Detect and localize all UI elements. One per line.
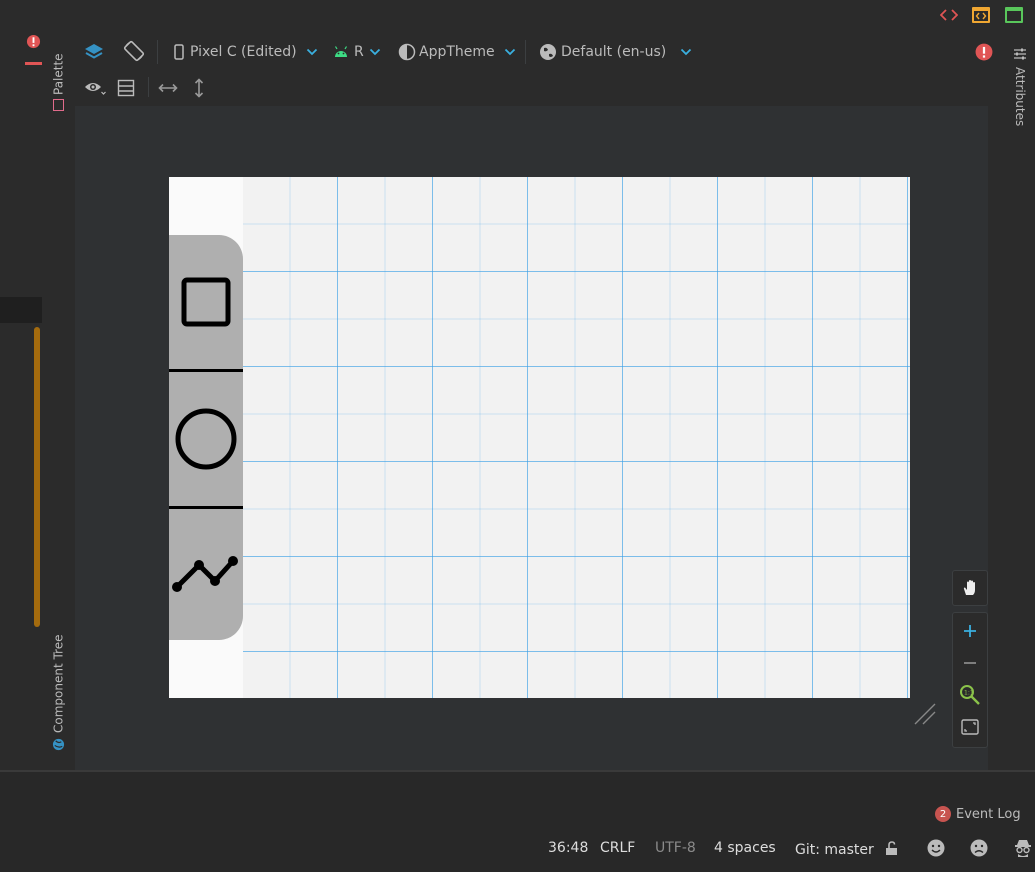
svg-text:1:1: 1:1 <box>964 690 974 697</box>
error-marker <box>25 62 42 65</box>
resize-horizontal-button[interactable] <box>158 76 178 100</box>
toolbar-separator <box>157 40 158 64</box>
palette-tab-label: Palette <box>51 53 66 95</box>
component-tree-tab[interactable]: Component Tree <box>42 632 75 754</box>
zoom-to-actual-button[interactable]: 1:1 <box>953 680 987 710</box>
highlighted-line <box>0 297 42 323</box>
code-view-button[interactable] <box>938 4 960 26</box>
issues-button[interactable] <box>975 40 993 64</box>
error-indicator-icon <box>26 34 41 53</box>
git-branch[interactable]: Git: master <box>795 842 874 858</box>
resize-handle-icon[interactable] <box>913 702 937 730</box>
indent-setting[interactable]: 4 spaces <box>714 840 776 856</box>
hand-icon <box>963 580 975 595</box>
attributes-tab[interactable]: Attributes <box>1005 47 1035 126</box>
component-tree-icon <box>52 738 66 751</box>
inspector-button[interactable] <box>1014 838 1032 862</box>
rotate-icon <box>123 40 145 62</box>
feedback-happy-button[interactable] <box>927 839 945 861</box>
vertical-arrows-icon <box>194 78 204 98</box>
spy-icon <box>1015 840 1031 857</box>
scrollbar-thumb[interactable] <box>34 327 40 627</box>
zoom-to-fit-button[interactable] <box>953 712 987 742</box>
magnifier-icon: 1:1 <box>960 685 980 705</box>
zoom-in-button[interactable] <box>953 616 987 646</box>
layers-icon <box>85 44 103 59</box>
api-level-label: R <box>354 44 364 60</box>
status-bar: 2 Event Log 36:48 CRLF UTF-8 4 spaces Gi… <box>0 770 1035 872</box>
locale-label: Default (en-us) <box>561 44 667 60</box>
horizontal-arrows-icon <box>158 83 178 93</box>
toolbar-separator <box>148 77 149 97</box>
rectangle-tool[interactable] <box>169 235 243 369</box>
circle-icon <box>175 408 237 470</box>
resize-vertical-button[interactable] <box>193 76 205 100</box>
polyline-icon <box>172 555 238 592</box>
theme-icon <box>398 43 416 61</box>
smile-icon <box>927 839 945 857</box>
fit-screen-icon <box>961 719 979 735</box>
palette-tab[interactable]: Palette <box>42 47 75 117</box>
left-editor-strip <box>0 32 42 770</box>
square-icon <box>181 277 231 327</box>
chevron-down-icon <box>369 48 380 56</box>
device-selector[interactable]: Pixel C (Edited) <box>173 40 318 64</box>
layout-icon <box>117 79 135 97</box>
right-tool-window-bar: Attributes <box>1005 32 1035 770</box>
circle-tool[interactable] <box>169 372 243 506</box>
readonly-toggle[interactable] <box>884 840 900 860</box>
chevron-down-icon <box>681 48 692 56</box>
drawing-tools-panel <box>169 235 243 640</box>
zoom-out-button[interactable] <box>953 648 987 678</box>
theme-label: AppTheme <box>419 44 495 60</box>
globe-icon <box>540 44 556 60</box>
phone-icon <box>174 44 184 60</box>
left-tool-window-bar: Palette Component Tree <box>42 32 75 770</box>
theme-selector[interactable]: AppTheme <box>398 40 516 64</box>
attributes-tab-label: Attributes <box>1013 67 1027 127</box>
line-separator[interactable]: CRLF <box>600 840 635 856</box>
eye-icon <box>85 83 106 95</box>
minus-icon <box>964 662 976 664</box>
orientation-button[interactable] <box>123 39 145 63</box>
event-log-label: Event Log <box>956 806 1021 822</box>
component-tree-tab-label: Component Tree <box>51 634 66 734</box>
api-level-selector[interactable]: R <box>333 40 381 64</box>
zoom-control-box: 1:1 <box>952 612 988 748</box>
design-surface-toggle[interactable] <box>83 40 105 64</box>
android-icon <box>334 46 348 57</box>
locale-selector[interactable]: Default (en-us) <box>539 40 692 64</box>
split-view-button[interactable] <box>970 4 992 26</box>
unlock-icon <box>886 841 897 855</box>
sliders-icon <box>1014 48 1026 60</box>
design-toolbar: Pixel C (Edited) R AppTheme Default (en-… <box>75 32 1005 106</box>
event-log-badge: 2 <box>935 806 951 822</box>
design-view-button[interactable] <box>1003 4 1025 26</box>
device-label: Pixel C (Edited) <box>190 44 297 60</box>
drawing-grid[interactable] <box>243 177 910 698</box>
frown-icon <box>970 839 988 857</box>
view-options-button[interactable] <box>84 76 106 100</box>
feedback-sad-button[interactable] <box>970 839 988 861</box>
file-encoding[interactable]: UTF-8 <box>655 840 696 856</box>
chevron-down-icon <box>504 48 515 56</box>
blueprint-toggle[interactable] <box>117 76 135 100</box>
error-icon <box>975 43 993 61</box>
polyline-tool[interactable] <box>169 509 243 640</box>
event-log-button[interactable]: 2 Event Log <box>935 806 1021 822</box>
plus-icon <box>964 625 976 637</box>
chevron-down-icon <box>306 48 317 56</box>
pan-control-box <box>952 570 988 606</box>
pan-button[interactable] <box>953 573 987 603</box>
palette-icon <box>53 98 64 111</box>
cursor-position[interactable]: 36:48 <box>548 840 588 856</box>
toolbar-separator <box>525 40 526 64</box>
